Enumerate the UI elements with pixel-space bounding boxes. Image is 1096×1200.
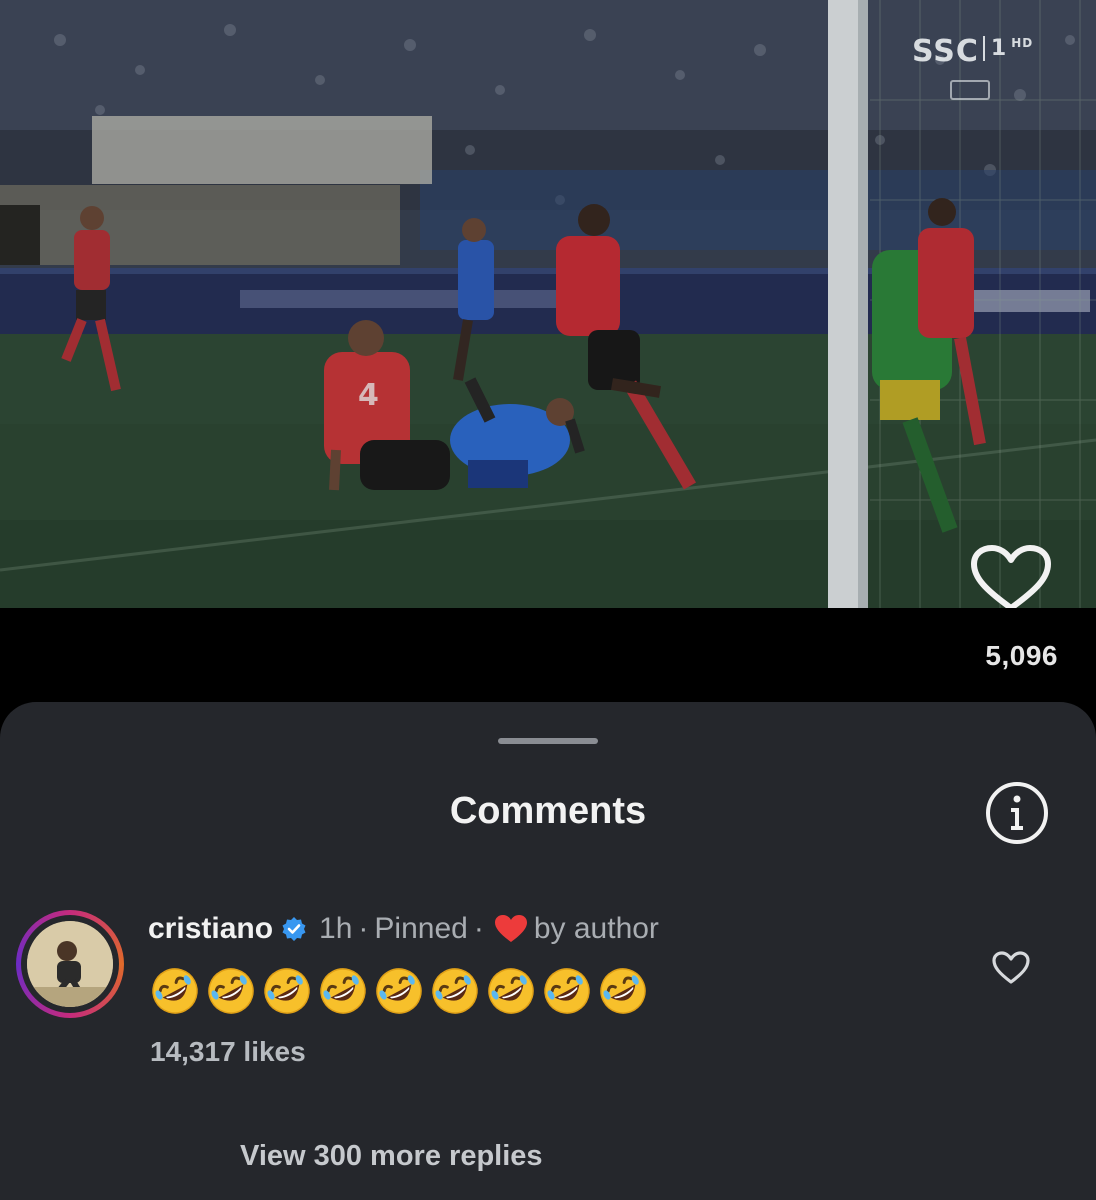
rolling-laughing-emoji (152, 968, 198, 1014)
verified-badge-icon (282, 917, 306, 941)
comment-username[interactable]: cristiano (148, 912, 273, 946)
comment-time: 1h (319, 912, 353, 945)
rolling-laughing-emoji (320, 968, 366, 1014)
view-more-replies-link[interactable]: View 300 more replies (240, 1140, 543, 1173)
broadcaster-name: SSC (912, 34, 979, 69)
comment-text (150, 966, 648, 1016)
broadcaster-logo: SSC 1 HD (912, 34, 1033, 69)
app: 4 SSC 1 HD 5,096 Comments cristiano 1h ·… (0, 0, 1096, 1200)
channel-number: 1 (982, 36, 1007, 61)
comments-sheet: Comments cristiano 1h · Pinned · by auth… (0, 702, 1096, 1200)
video-player[interactable]: 4 SSC 1 HD (0, 0, 1096, 608)
pinned-label: Pinned (374, 912, 468, 945)
rolling-laughing-emoji (208, 968, 254, 1014)
channel-hd-tag: HD (1011, 36, 1034, 50)
heart-outline-icon[interactable] (970, 544, 1052, 608)
rolling-laughing-emoji (432, 968, 478, 1014)
avatar-photo (27, 921, 113, 1007)
meta-separator: · (473, 912, 484, 945)
meta-separator: · (358, 912, 369, 945)
video-like-count: 5,096 (985, 640, 1058, 671)
live-badge (950, 80, 990, 100)
rolling-laughing-emoji (544, 968, 590, 1014)
video-frame: 4 (0, 0, 1096, 608)
avatar[interactable] (16, 910, 124, 1018)
avatar-image (27, 921, 113, 1007)
rolling-laughing-emoji (376, 968, 422, 1014)
comments-title: Comments (449, 790, 647, 832)
comment-heart-outline-icon[interactable] (990, 948, 1032, 988)
rolling-laughing-emoji (264, 968, 310, 1014)
red-heart-icon (494, 915, 527, 942)
comment-header: cristiano 1h · Pinned · by author (148, 912, 659, 946)
rolling-laughing-emoji (600, 968, 646, 1014)
pinned-comment: cristiano 1h · Pinned · by author 14,317… (0, 902, 1096, 1067)
sheet-drag-handle[interactable] (498, 738, 598, 744)
liked-by-author-label: by author (533, 912, 659, 945)
info-icon[interactable] (984, 780, 1050, 846)
rolling-laughing-emoji (488, 968, 534, 1014)
comment-like-count[interactable]: 14,317 likes (150, 1036, 306, 1068)
avatar-ring-gap (21, 915, 119, 1013)
